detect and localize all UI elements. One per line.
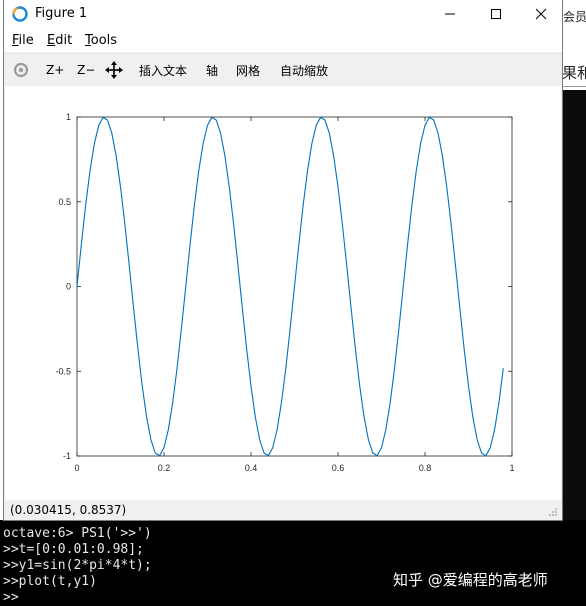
terminal[interactable]: octave:6> PS1('>>') >>t=[0:0.01:0.98]; >… — [0, 521, 586, 606]
terminal-line: >> — [3, 590, 19, 605]
watermark: 知乎 @爱编程的高老师 — [393, 571, 548, 589]
pan-arrows-icon — [105, 61, 123, 79]
menu-tools-label: ools — [90, 33, 118, 48]
y-tick-label: -0.5 — [55, 366, 71, 376]
status-bar: (0.030415, 0.8537) — [4, 500, 562, 520]
close-button[interactable] — [518, 0, 563, 28]
menu-edit-mnemonic: E — [47, 33, 56, 48]
y-tick-label: -1 — [63, 451, 71, 461]
x-tick-label: 0.4 — [245, 463, 258, 473]
terminal-line: >>y1=sin(2*pi*4*t); — [3, 558, 152, 573]
y-tick-label: 0.5 — [58, 197, 71, 207]
cursor-coordinates: (0.030415, 0.8537) — [10, 503, 127, 517]
menu-tools[interactable]: Tools — [85, 33, 117, 48]
axis-button[interactable]: 轴 — [206, 61, 218, 79]
maximize-button[interactable] — [473, 0, 518, 28]
rotate-icon — [13, 62, 29, 78]
x-tick-label: 0.6 — [332, 463, 345, 473]
y-tick-label: 1 — [66, 112, 71, 122]
autoscale-button[interactable]: 自动缩放 — [280, 61, 328, 79]
terminal-line: octave:6> PS1('>>') — [3, 526, 152, 541]
title-bar[interactable]: Figure 1 — [4, 0, 562, 28]
x-tick-label: 0.8 — [419, 463, 432, 473]
insert-text-button[interactable]: 插入文本 — [139, 61, 187, 79]
pan-button[interactable] — [105, 61, 123, 79]
x-tick-label: 1 — [509, 463, 514, 473]
plot-canvas[interactable]: 0 0.2 0.4 0.6 0.8 1 -1 -0.5 0 0.5 1 — [5, 86, 561, 500]
figure-window: Figure 1 File Edit Tools Z+ Z− 插入文本 轴 网格… — [3, 0, 563, 521]
background-text: 会员购 — [563, 10, 586, 24]
maximize-icon — [490, 9, 501, 19]
octave-icon — [12, 6, 28, 22]
menu-edit-label: dit — [55, 33, 73, 48]
minimize-icon — [444, 13, 455, 15]
zoom-in-button[interactable]: Z+ — [46, 61, 64, 79]
menu-file[interactable]: File — [12, 33, 34, 48]
series-line — [76, 116, 504, 457]
x-tick-label: 0 — [74, 463, 79, 473]
menu-edit[interactable]: Edit — [47, 33, 72, 48]
menu-file-label: ile — [18, 33, 34, 48]
menu-bar: File Edit Tools — [4, 28, 562, 52]
zoom-out-button[interactable]: Z− — [77, 61, 95, 79]
y-tick-label: 0 — [66, 282, 71, 292]
background-text: 果和 — [562, 64, 586, 82]
window-title: Figure 1 — [35, 6, 88, 21]
x-tick-label: 0.2 — [158, 463, 171, 473]
close-icon — [535, 8, 546, 20]
resize-grip-icon[interactable] — [548, 507, 558, 517]
toolbar: Z+ Z− 插入文本 轴 网格 自动缩放 — [4, 53, 562, 86]
rotate-button[interactable] — [13, 61, 29, 79]
terminal-line: >>plot(t,y1) — [3, 574, 97, 589]
minimize-button[interactable] — [427, 0, 472, 28]
plot-svg: 0 0.2 0.4 0.6 0.8 1 -1 -0.5 0 0.5 1 — [55, 112, 514, 473]
terminal-line: >>t=[0:0.01:0.98]; — [3, 542, 144, 557]
grid-button[interactable]: 网格 — [236, 61, 260, 79]
